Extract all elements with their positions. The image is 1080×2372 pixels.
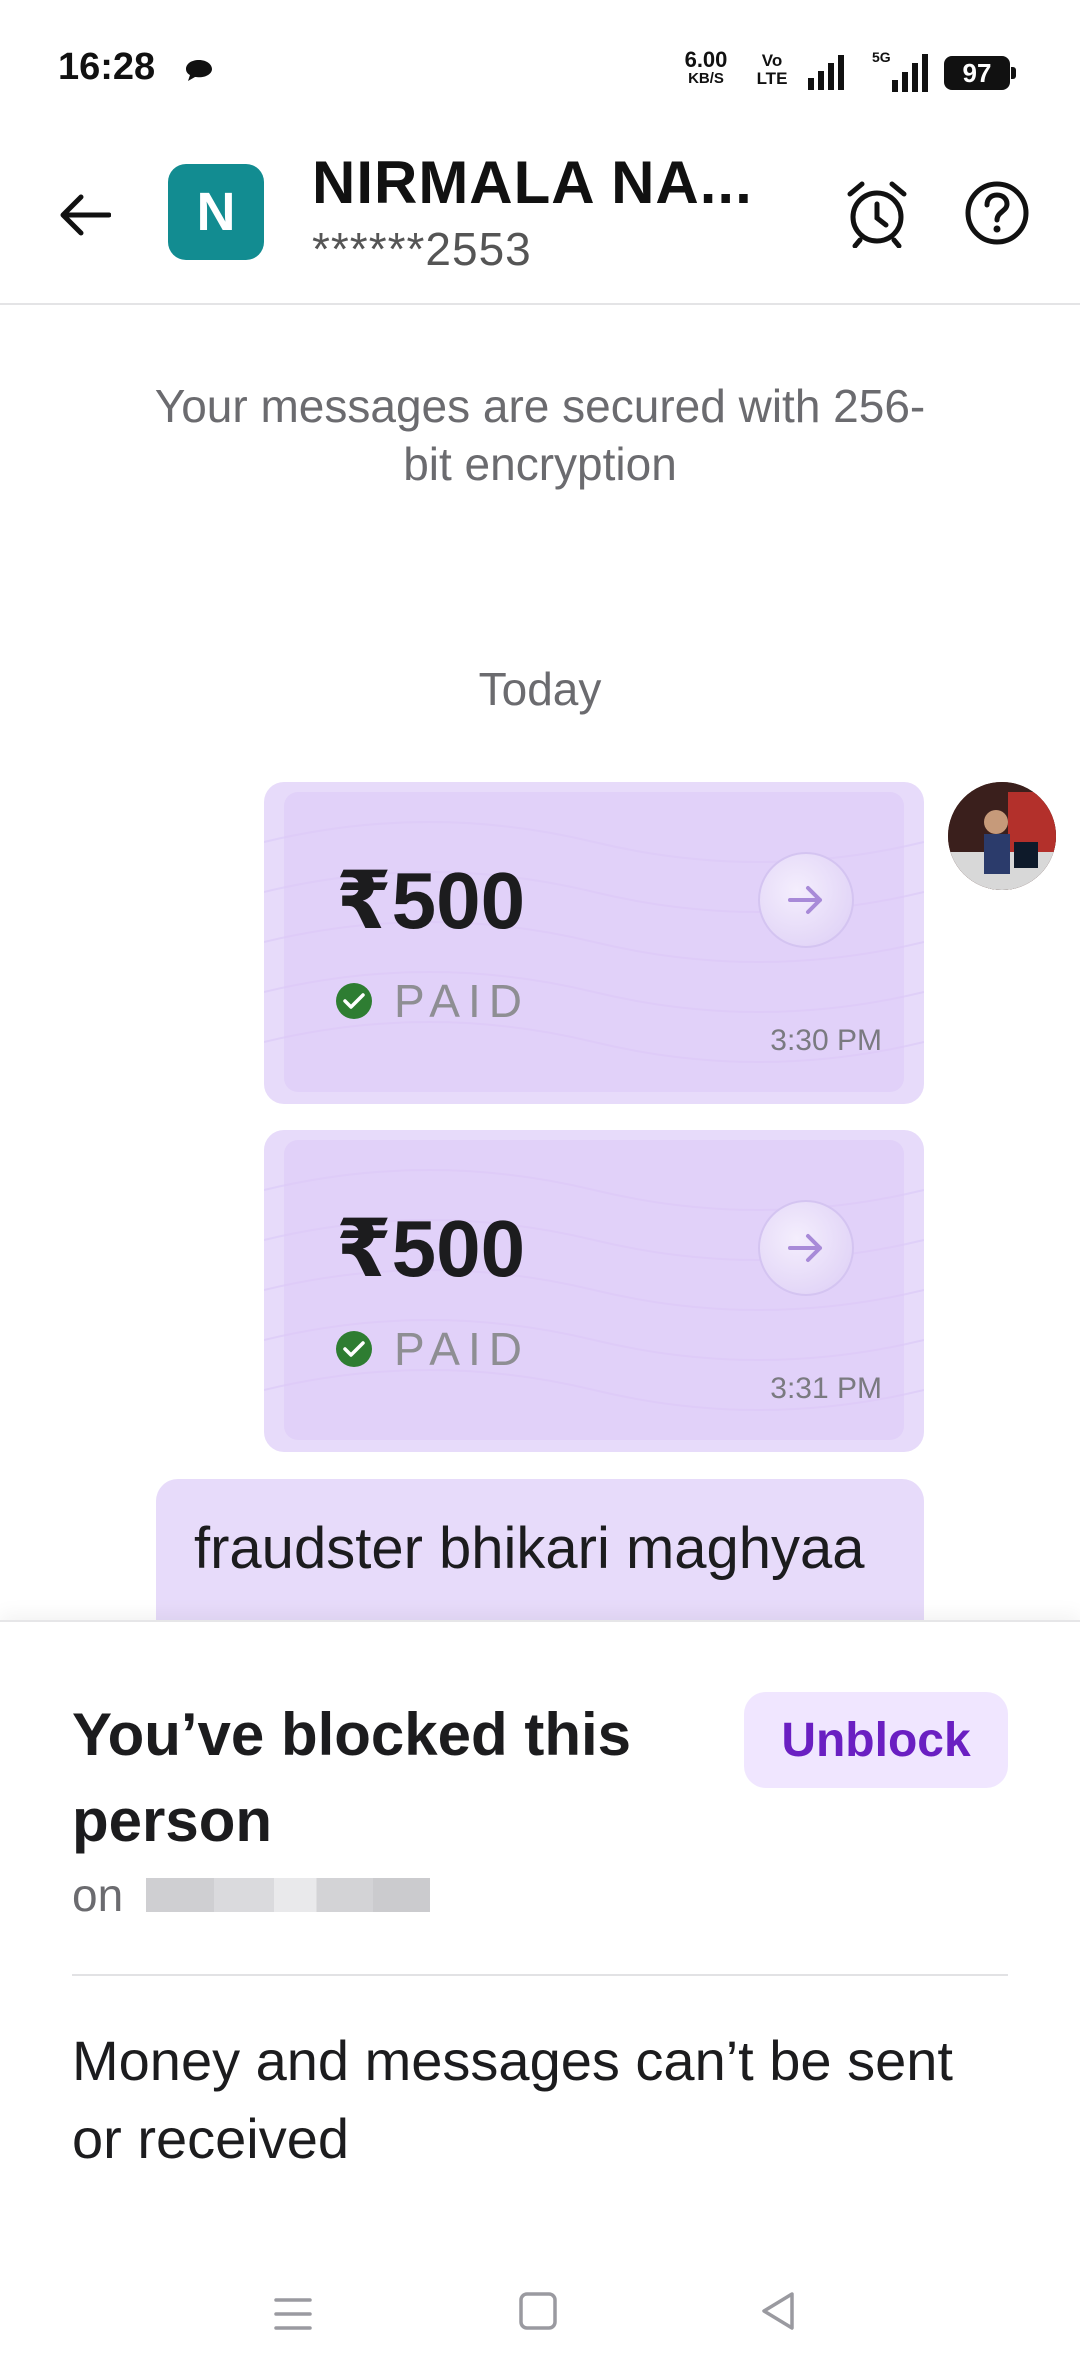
payment-time: 3:30 PM xyxy=(770,1024,882,1057)
signal-5g-label: 5G xyxy=(872,49,891,65)
home-square-icon[interactable] xyxy=(518,2290,558,2337)
signal-5g-icon: 5G xyxy=(870,48,932,97)
menu-icon[interactable] xyxy=(272,2294,314,2339)
arrow-right-icon xyxy=(758,1200,854,1296)
payment-card[interactable]: ₹500 PAID 3:30 PM xyxy=(264,782,924,1104)
payment-status-label: PAID xyxy=(394,1323,530,1375)
back-triangle-icon[interactable] xyxy=(758,2290,798,2337)
help-icon[interactable] xyxy=(962,178,1032,248)
chat-area[interactable]: Your messages are secured with 256-bit e… xyxy=(0,307,1080,1620)
volte-label: Vo xyxy=(761,51,783,70)
contact-name[interactable]: NIRMALA NA... xyxy=(312,148,792,217)
check-circle-icon xyxy=(336,1331,372,1367)
blocked-date-redacted xyxy=(146,1878,430,1912)
chat-bubble-icon xyxy=(184,58,214,84)
status-bar: 16:28 6.00 KB/S Vo LTE 5G 97 xyxy=(0,0,1080,130)
payment-status: PAID xyxy=(336,974,530,1028)
blocked-on-label: on xyxy=(72,1869,124,1921)
signal-icon xyxy=(806,54,848,95)
battery-icon: 97 xyxy=(944,56,1016,90)
chat-header: N NIRMALA NA... ******2553 xyxy=(0,130,1080,305)
blocked-info-text: Money and messages can’t be sent or rece… xyxy=(72,2029,953,2170)
divider xyxy=(72,1974,1008,1976)
payment-amount: ₹500 xyxy=(336,856,526,945)
security-note: Your messages are secured with 256-bit e… xyxy=(154,380,926,490)
payment-status-label: PAID xyxy=(394,975,530,1027)
back-arrow-icon[interactable] xyxy=(50,180,120,250)
date-separator: Today xyxy=(478,663,602,715)
unblock-button[interactable]: Unblock xyxy=(744,1692,1008,1788)
check-circle-icon xyxy=(336,983,372,1019)
sender-avatar[interactable] xyxy=(948,782,1056,890)
status-time: 16:28 xyxy=(58,46,156,88)
payment-time: 3:31 PM xyxy=(770,1372,882,1405)
blocked-title: You’ve blocked this person xyxy=(72,1701,632,1854)
alarm-clock-icon[interactable] xyxy=(842,178,912,249)
net-speed: 6.00 KB/S xyxy=(674,49,738,88)
message-bubble[interactable]: fraudster bhikari maghyaa xyxy=(156,1479,924,1620)
lte-label: LTE xyxy=(756,69,788,88)
volte-indicator: Vo LTE xyxy=(744,52,800,88)
payment-status: PAID xyxy=(336,1322,530,1376)
payment-card[interactable]: ₹500 PAID 3:31 PM xyxy=(264,1130,924,1452)
system-nav-bar xyxy=(0,2252,1080,2372)
arrow-right-icon xyxy=(758,852,854,948)
payment-amount: ₹500 xyxy=(336,1204,526,1293)
contact-avatar[interactable]: N xyxy=(168,164,264,260)
contact-number: ******2553 xyxy=(312,223,532,275)
